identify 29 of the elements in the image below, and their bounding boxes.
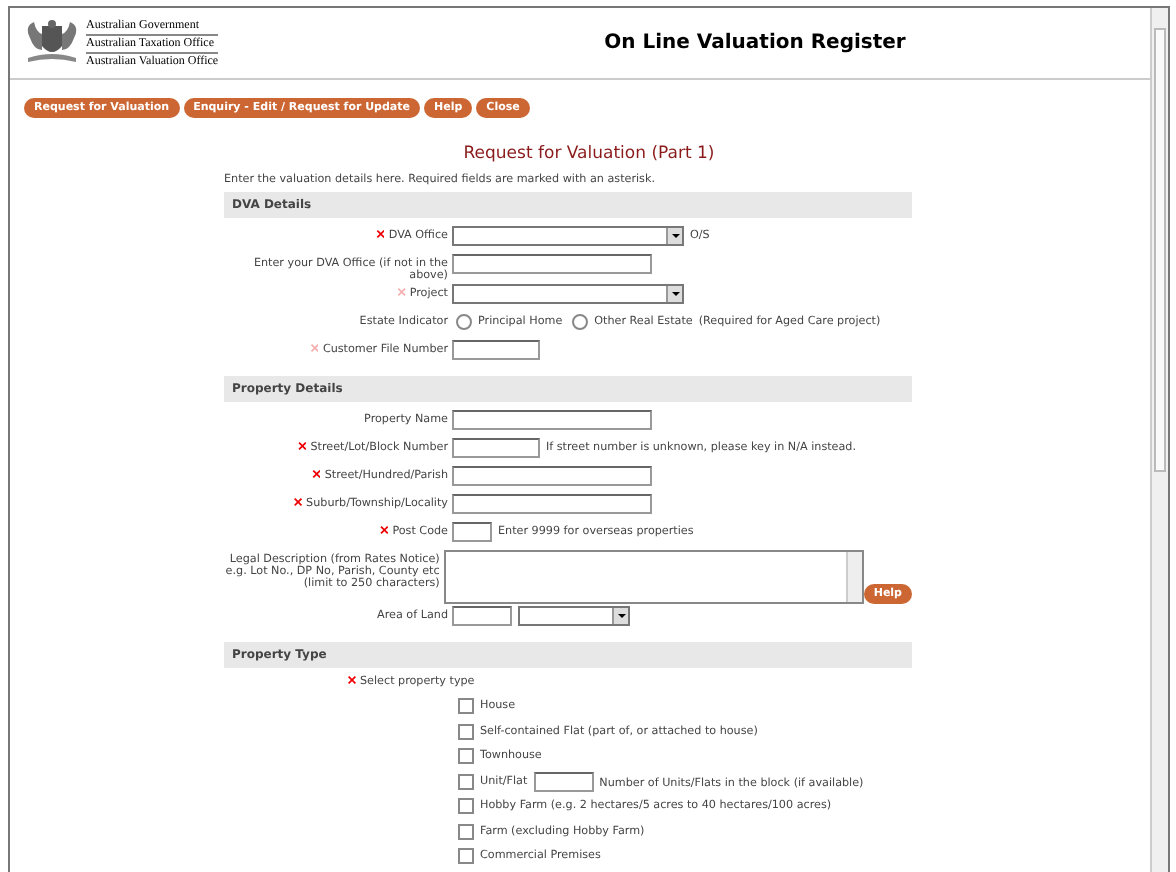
checkbox[interactable]	[458, 698, 474, 715]
dropdown[interactable]	[452, 284, 684, 304]
radio-button[interactable]	[456, 314, 472, 330]
checkbox[interactable]	[458, 773, 474, 790]
caret-icon	[666, 286, 682, 302]
input-field[interactable]	[452, 410, 652, 430]
app-title: On Line Valuation Register	[602, 32, 908, 54]
input-field[interactable]	[533, 771, 594, 792]
caret-icon	[612, 608, 628, 624]
radio-button[interactable]	[572, 314, 589, 330]
scrollbar[interactable]	[845, 552, 862, 602]
dropdown[interactable]	[452, 226, 684, 246]
dropdown[interactable]	[518, 606, 630, 626]
checkbox[interactable]	[458, 748, 474, 765]
caret-icon	[666, 228, 682, 244]
input-field[interactable]	[452, 438, 540, 458]
input-field[interactable]	[452, 340, 540, 360]
text-area[interactable]	[443, 550, 864, 604]
checkbox[interactable]	[458, 723, 474, 740]
input-field[interactable]	[452, 606, 512, 626]
scrollbar[interactable]	[1150, 8, 1168, 872]
input-field[interactable]	[452, 254, 652, 274]
input-field[interactable]	[452, 466, 652, 486]
checkbox[interactable]	[458, 848, 474, 865]
page-title: Request for Valuation (Part 1)	[461, 144, 717, 164]
checkbox[interactable]	[458, 823, 474, 840]
input-field[interactable]	[452, 522, 492, 542]
input-field[interactable]	[452, 494, 652, 514]
checkbox[interactable]	[458, 798, 474, 815]
